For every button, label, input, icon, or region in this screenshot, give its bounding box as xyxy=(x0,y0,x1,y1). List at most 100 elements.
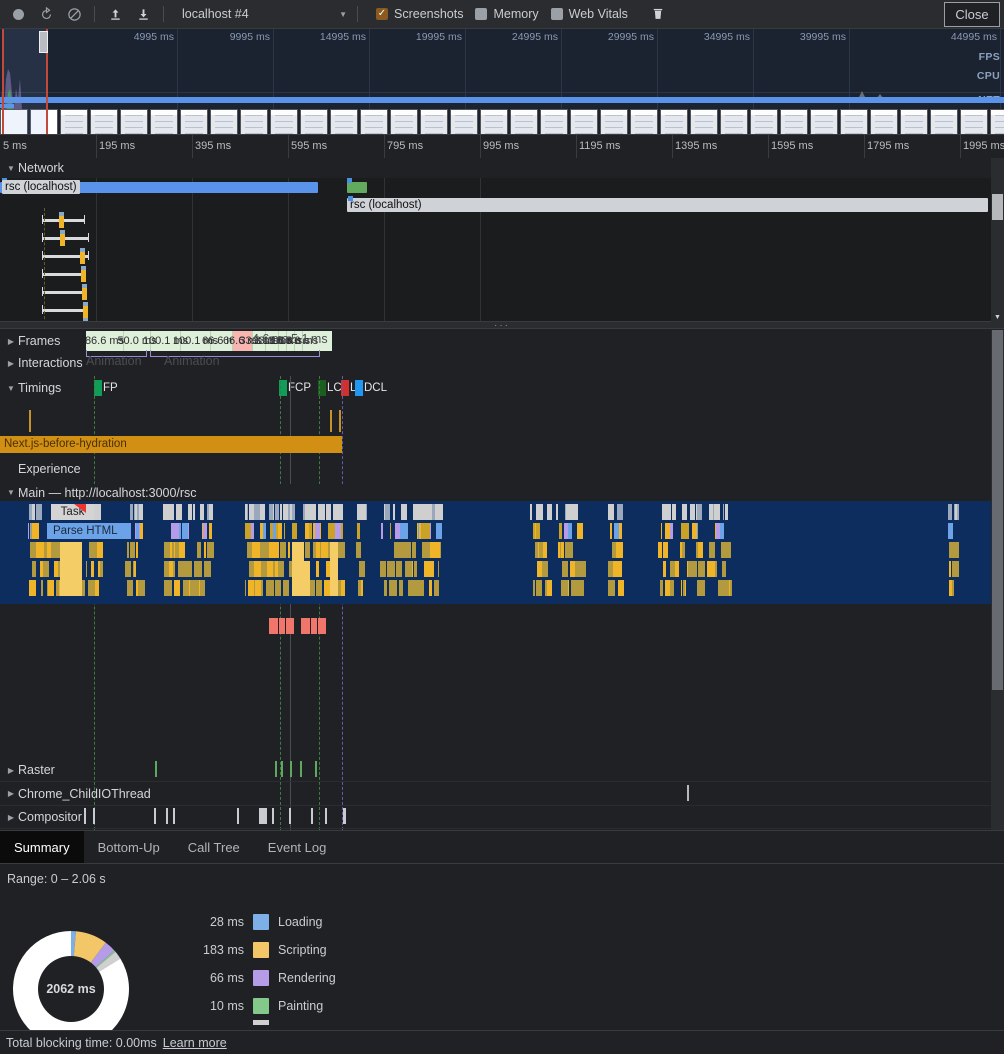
flame-bar[interactable] xyxy=(430,542,437,558)
flame-bar[interactable] xyxy=(339,542,345,558)
flame-bar[interactable] xyxy=(433,580,440,596)
flame-bar[interactable] xyxy=(722,504,724,520)
clear-button[interactable] xyxy=(60,2,88,26)
flame-bar[interactable] xyxy=(658,542,660,558)
compositor-event[interactable] xyxy=(343,808,346,824)
timing-marker-fcp[interactable]: FCP xyxy=(279,380,311,396)
flame-bar[interactable] xyxy=(127,580,134,596)
flame-bar[interactable] xyxy=(424,523,430,539)
flame-bar[interactable] xyxy=(203,542,206,558)
raster-event[interactable] xyxy=(290,761,292,777)
flame-bar[interactable] xyxy=(948,561,951,577)
flame-bar[interactable] xyxy=(712,504,715,520)
timing-marker-lc[interactable]: LC xyxy=(318,380,342,396)
flame-bar[interactable] xyxy=(616,542,621,558)
layout-shift-marker[interactable] xyxy=(311,618,317,634)
compositor-event[interactable] xyxy=(173,808,175,824)
flame-bar[interactable] xyxy=(543,561,548,577)
flame-bar[interactable] xyxy=(709,542,715,558)
flame-bar[interactable] xyxy=(203,523,207,539)
flame-bar[interactable] xyxy=(304,504,310,520)
flame-bar[interactable] xyxy=(208,504,214,520)
flame-bar[interactable] xyxy=(163,561,170,577)
flame-bar[interactable] xyxy=(190,504,193,520)
flame-bar[interactable] xyxy=(247,580,252,596)
flame-bar[interactable] xyxy=(389,523,391,539)
flame-bar[interactable] xyxy=(244,523,251,539)
flame-bar[interactable] xyxy=(697,561,705,577)
flame-bar[interactable] xyxy=(288,542,291,558)
flame-bar[interactable] xyxy=(272,523,277,539)
flame-bar[interactable] xyxy=(86,561,88,577)
flame-bar[interactable] xyxy=(360,504,366,520)
flame-bar[interactable] xyxy=(663,542,669,558)
flame-bar[interactable] xyxy=(723,542,731,558)
tab-event-log[interactable]: Event Log xyxy=(254,831,341,863)
flame-bar-long[interactable] xyxy=(62,561,80,596)
flame-bar[interactable] xyxy=(421,504,427,520)
compositor-event[interactable] xyxy=(237,808,239,824)
flame-bar[interactable] xyxy=(565,504,567,520)
flame-bar[interactable] xyxy=(659,580,663,596)
web-vitals-checkbox[interactable]: Web Vitals xyxy=(550,7,628,21)
flame-bar[interactable] xyxy=(252,542,261,558)
tab-call-tree[interactable]: Call Tree xyxy=(174,831,254,863)
flame-bar[interactable] xyxy=(617,504,623,520)
legend-row[interactable]: 28 ms Loading xyxy=(186,908,336,936)
compositor-event[interactable] xyxy=(311,808,313,824)
flame-bar[interactable] xyxy=(132,542,135,558)
compositor-event[interactable] xyxy=(325,808,327,824)
flame-bar[interactable] xyxy=(197,542,202,558)
flame-bar[interactable] xyxy=(279,504,282,520)
raster-event[interactable] xyxy=(315,761,317,777)
compositor-event[interactable] xyxy=(289,808,291,824)
flame-bar[interactable] xyxy=(697,580,706,596)
flame-bar[interactable] xyxy=(542,542,547,558)
track-header-main[interactable]: ▼ Main — http://localhost:3000/rsc xyxy=(0,484,1004,501)
flame-bar[interactable] xyxy=(682,542,685,558)
flame-bar[interactable] xyxy=(408,561,413,577)
flame-bar[interactable] xyxy=(569,561,575,577)
learn-more-link[interactable]: Learn more xyxy=(163,1036,227,1050)
flame-bar[interactable] xyxy=(274,542,276,558)
tab-summary[interactable]: Summary xyxy=(0,831,84,863)
flame-bar[interactable] xyxy=(133,561,136,577)
network-request-bar[interactable] xyxy=(347,182,367,193)
timing-marker-fp[interactable]: FP xyxy=(94,380,118,396)
flame-bar[interactable] xyxy=(718,504,720,520)
close-button[interactable]: Close xyxy=(944,2,1000,27)
flame-bar[interactable] xyxy=(358,523,361,539)
flame-bar[interactable] xyxy=(164,580,172,596)
flame-bar[interactable] xyxy=(398,580,403,596)
flame-bar[interactable] xyxy=(198,580,200,596)
flame-bar[interactable] xyxy=(393,504,396,520)
flame-bar[interactable] xyxy=(278,561,282,577)
flame-bar[interactable] xyxy=(201,580,205,596)
network-waterfall[interactable]: rsc (localhost) rsc (localhost) xyxy=(0,178,1004,324)
flame-bar[interactable] xyxy=(380,523,384,539)
flame-bar[interactable] xyxy=(387,561,395,577)
flame-bar[interactable] xyxy=(275,580,280,596)
flame-bar[interactable] xyxy=(192,504,195,520)
flame-bar[interactable] xyxy=(947,523,953,539)
flame-bar[interactable] xyxy=(416,580,421,596)
flame-bar[interactable] xyxy=(535,523,540,539)
flame-bar[interactable] xyxy=(97,542,104,558)
flame-bar[interactable] xyxy=(721,561,727,577)
raster-event[interactable] xyxy=(300,761,302,777)
flame-bar[interactable] xyxy=(89,542,97,558)
flame-bar[interactable] xyxy=(568,580,570,596)
layout-shift-marker[interactable] xyxy=(286,618,294,634)
flame-bar[interactable] xyxy=(184,561,187,577)
flame-bar[interactable] xyxy=(560,580,568,596)
flame-bar[interactable] xyxy=(32,523,37,539)
flame-bar[interactable] xyxy=(53,561,59,577)
flame-bar[interactable] xyxy=(91,561,94,577)
flame-bar[interactable] xyxy=(335,523,342,539)
flame-bar[interactable] xyxy=(692,523,697,539)
flame-bar[interactable] xyxy=(341,580,346,596)
flame-bar[interactable] xyxy=(664,523,671,539)
flame-bar[interactable] xyxy=(255,580,261,596)
flame-bar[interactable] xyxy=(139,580,145,596)
flame-bar[interactable] xyxy=(190,580,196,596)
